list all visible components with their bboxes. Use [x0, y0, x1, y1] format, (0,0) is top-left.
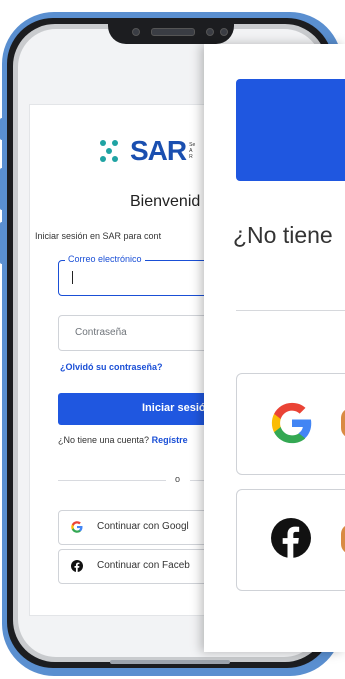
- email-label: Correo electrónico: [65, 254, 145, 264]
- google-icon: [71, 521, 83, 533]
- phone-side-button: [0, 118, 5, 140]
- facebook-button-label: Continuar con Faceb: [97, 560, 190, 571]
- welcome-title: Bienvenid: [130, 193, 201, 210]
- cropped-letter: [341, 408, 345, 438]
- zoom-divider-line: [236, 310, 345, 311]
- register-link[interactable]: Regístre: [152, 435, 188, 445]
- zoom-detail-panel: ¿No tiene: [204, 44, 345, 652]
- zoom-facebook-button[interactable]: [236, 489, 345, 591]
- sensor-icon: [206, 28, 214, 36]
- phone-side-button: [0, 168, 5, 210]
- sar-logo: SAR Se A R: [98, 135, 199, 167]
- sensor-icon: [220, 28, 228, 36]
- cropped-letter: [341, 524, 345, 554]
- divider-line: [58, 480, 166, 481]
- camera-icon: [132, 28, 140, 36]
- logo-subtext: Se A R: [189, 142, 196, 160]
- phone-side-button: [0, 222, 5, 264]
- forgot-password-link[interactable]: ¿Olvidó su contraseña?: [60, 362, 163, 372]
- login-button-label: Iniciar sesió: [142, 402, 206, 414]
- google-icon: [271, 402, 312, 444]
- password-placeholder: Contraseña: [75, 327, 127, 338]
- text-caret: [72, 271, 73, 284]
- google-button-label: Continuar con Googl: [97, 521, 189, 532]
- home-indicator: [110, 660, 230, 664]
- zoom-google-button[interactable]: [236, 373, 345, 475]
- no-account-text: ¿No tiene una cuenta? Regístre: [58, 435, 188, 445]
- login-card: SAR Se A R Bienvenid Iniciar sesión en SAR…: [30, 105, 230, 615]
- zoom-no-account-text: ¿No tiene: [233, 222, 333, 248]
- speaker-grille: [151, 28, 195, 36]
- facebook-icon: [71, 560, 83, 572]
- login-subtitle: Iniciar sesión en SAR para cont: [35, 231, 162, 241]
- sar-logo-mark-icon: [98, 140, 128, 162]
- divider-or: o: [175, 474, 181, 484]
- zoom-login-button[interactable]: [236, 79, 345, 181]
- no-account-prompt: ¿No tiene una cuenta?: [58, 435, 150, 445]
- logo-text: SAR: [130, 135, 187, 166]
- facebook-icon: [271, 518, 311, 558]
